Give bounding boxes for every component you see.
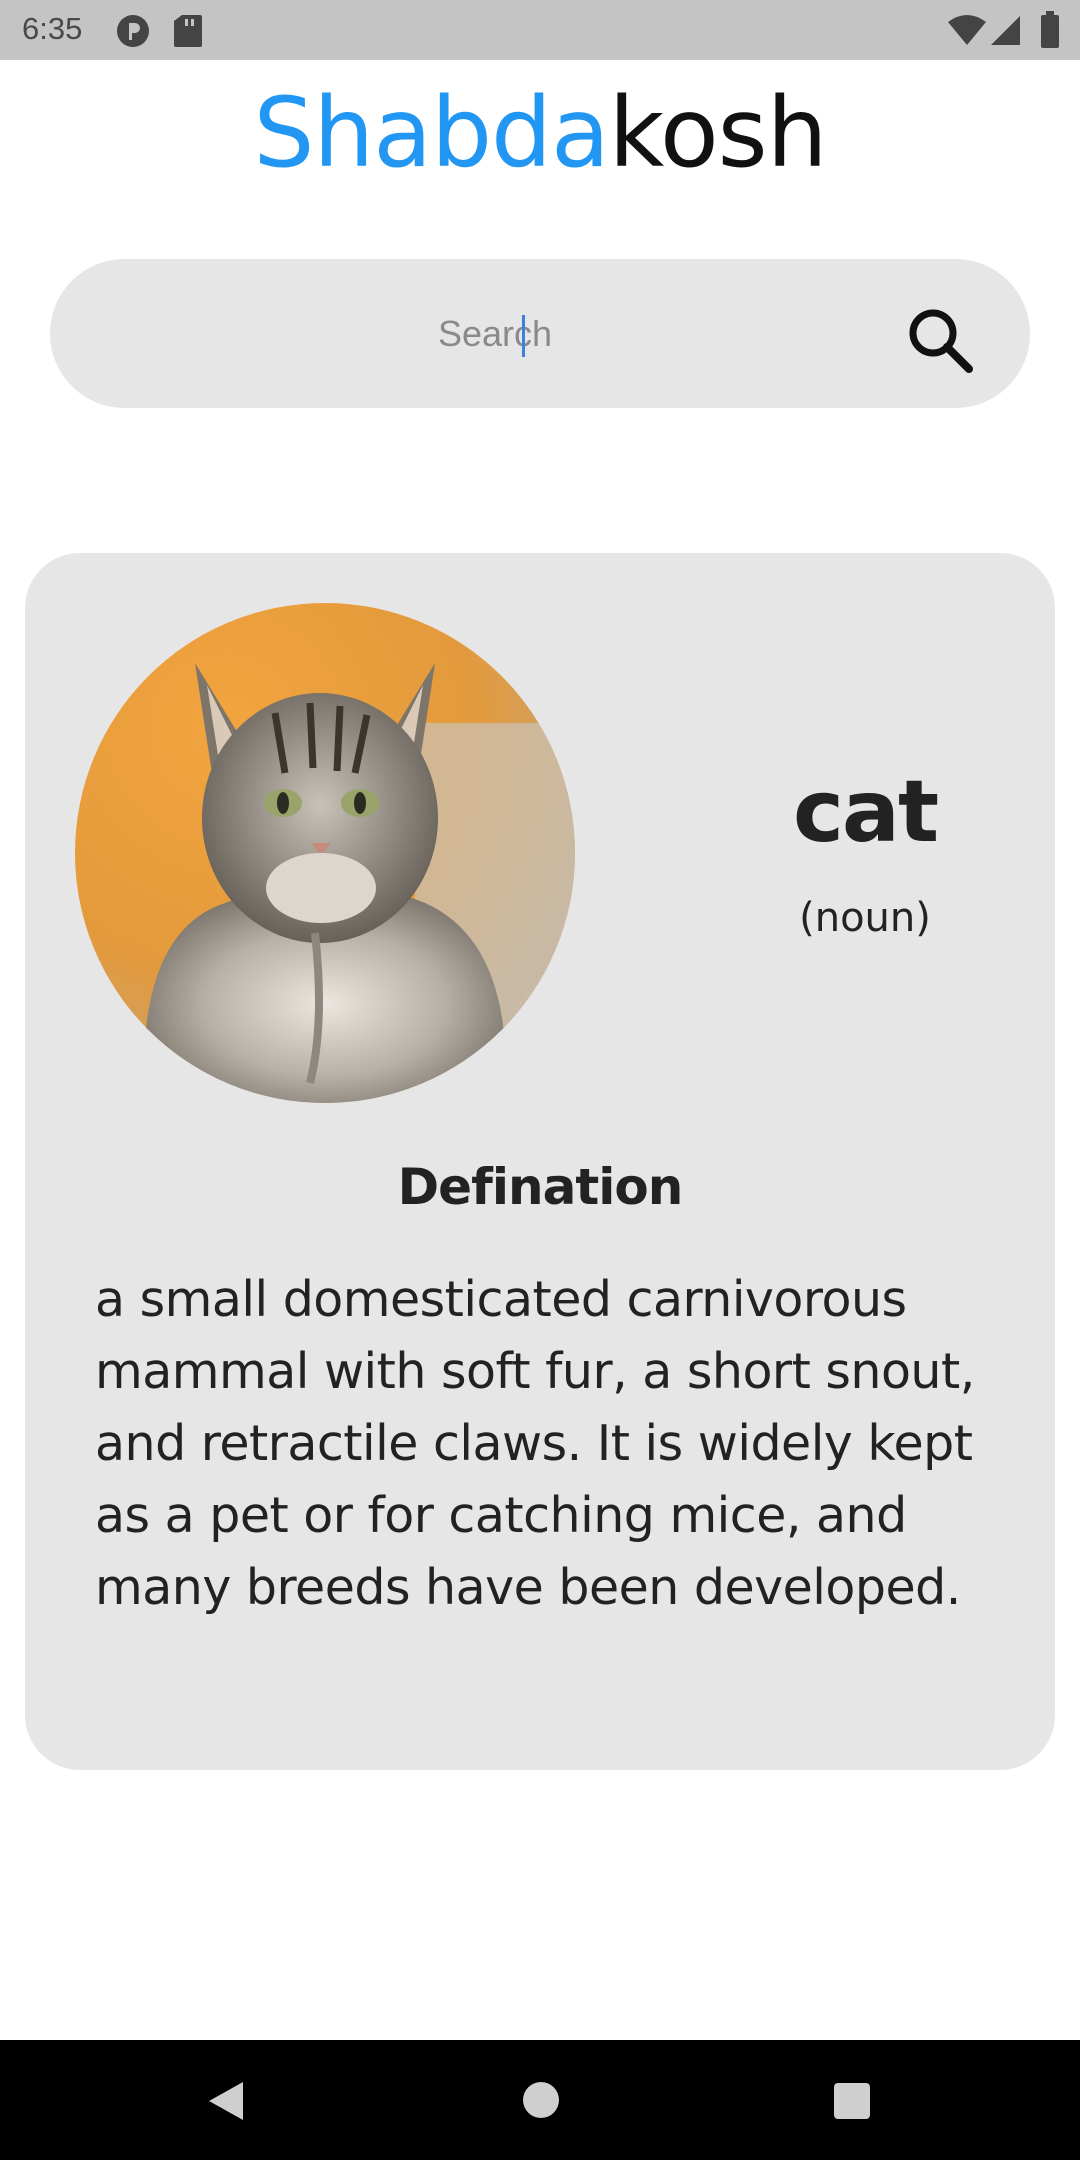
search-input[interactable]	[110, 299, 880, 369]
battery-icon	[1040, 11, 1060, 53]
status-time: 6:35	[22, 11, 83, 46]
definition-text: a small domesticated carnivorous mammal …	[95, 1271, 975, 1616]
app-title-part1: Shabda	[253, 77, 609, 189]
word-heading: cat	[792, 762, 939, 862]
status-bar: 6:35	[0, 0, 1080, 60]
home-icon[interactable]	[523, 2082, 559, 2118]
wifi-icon	[948, 14, 986, 50]
search-bar[interactable]	[50, 259, 1030, 408]
recents-icon[interactable]	[834, 2083, 870, 2119]
part-of-speech: (noun)	[799, 895, 931, 941]
app-title: Shabdakosh	[0, 78, 1080, 188]
back-icon[interactable]	[205, 2080, 245, 2126]
text-cursor	[522, 315, 525, 357]
search-icon[interactable]	[905, 305, 975, 379]
sd-card-icon	[174, 14, 202, 52]
definition-heading: Defination	[397, 1158, 684, 1216]
signal-icon	[990, 14, 1022, 50]
p-badge-icon	[116, 14, 150, 52]
app-title-part2: kosh	[608, 77, 828, 189]
cat-photo	[75, 603, 575, 1103]
